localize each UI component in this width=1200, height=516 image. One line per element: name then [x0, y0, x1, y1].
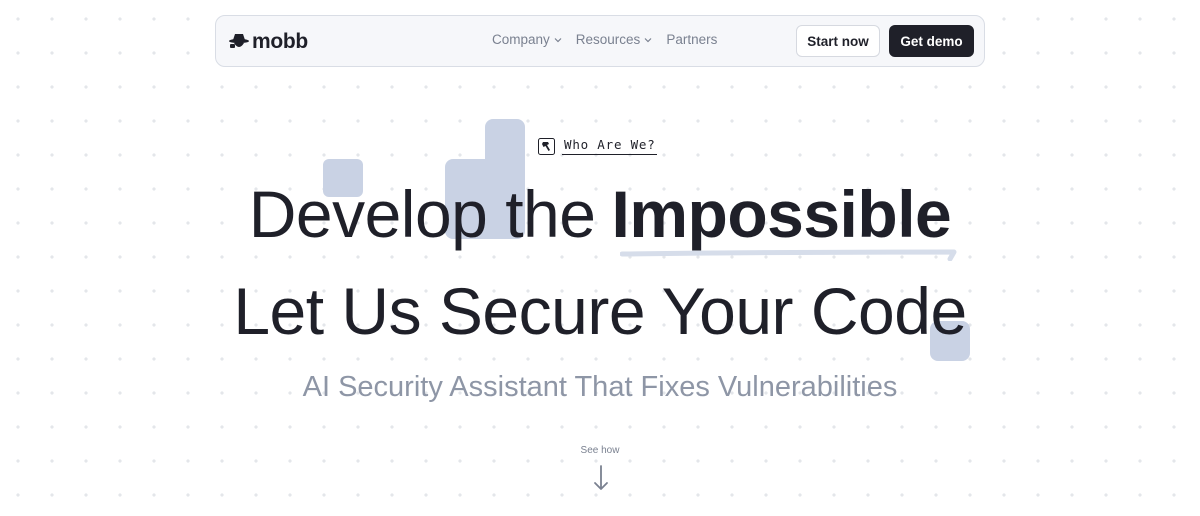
nav-item-label: Company	[492, 32, 550, 47]
who-are-we-badge[interactable]: Who Are We?	[538, 137, 657, 155]
nav-item-resources[interactable]: Resources	[576, 32, 653, 47]
heading-bold-text: Impossible	[611, 177, 952, 251]
hammer-badge-icon	[538, 137, 555, 155]
see-how-link[interactable]: See how	[0, 445, 1200, 456]
hero-heading-line1: Develop the Impossible	[0, 174, 1200, 254]
arrow-down-icon[interactable]	[592, 464, 610, 492]
start-now-button[interactable]: Start now	[796, 25, 880, 57]
hero-subtitle: AI Security Assistant That Fixes Vulnera…	[302, 371, 898, 403]
nav-item-partners[interactable]: Partners	[666, 32, 717, 47]
badge-text: Who Are We?	[562, 137, 657, 155]
nav-item-label: Partners	[666, 32, 718, 47]
logo-text: mobb	[252, 30, 308, 53]
get-demo-button[interactable]: Get demo	[889, 25, 974, 57]
nav-item-label: Resources	[575, 32, 641, 47]
nav-item-company[interactable]: Company	[492, 32, 562, 47]
top-navbar: mobb Company Resources Partners Start no…	[215, 15, 985, 67]
underline-stroke-icon	[620, 249, 957, 261]
chevron-down-icon	[554, 37, 562, 42]
chevron-down-icon	[644, 37, 652, 42]
hero-heading-line2: Let Us Secure Your Code	[233, 274, 967, 348]
heading-light-text: Develop the	[248, 177, 596, 251]
decorative-block	[485, 119, 525, 179]
mobb-logo[interactable]: mobb	[228, 30, 308, 54]
mobb-logo-icon	[229, 34, 249, 48]
nav-menu: Company Resources Partners	[492, 32, 717, 47]
